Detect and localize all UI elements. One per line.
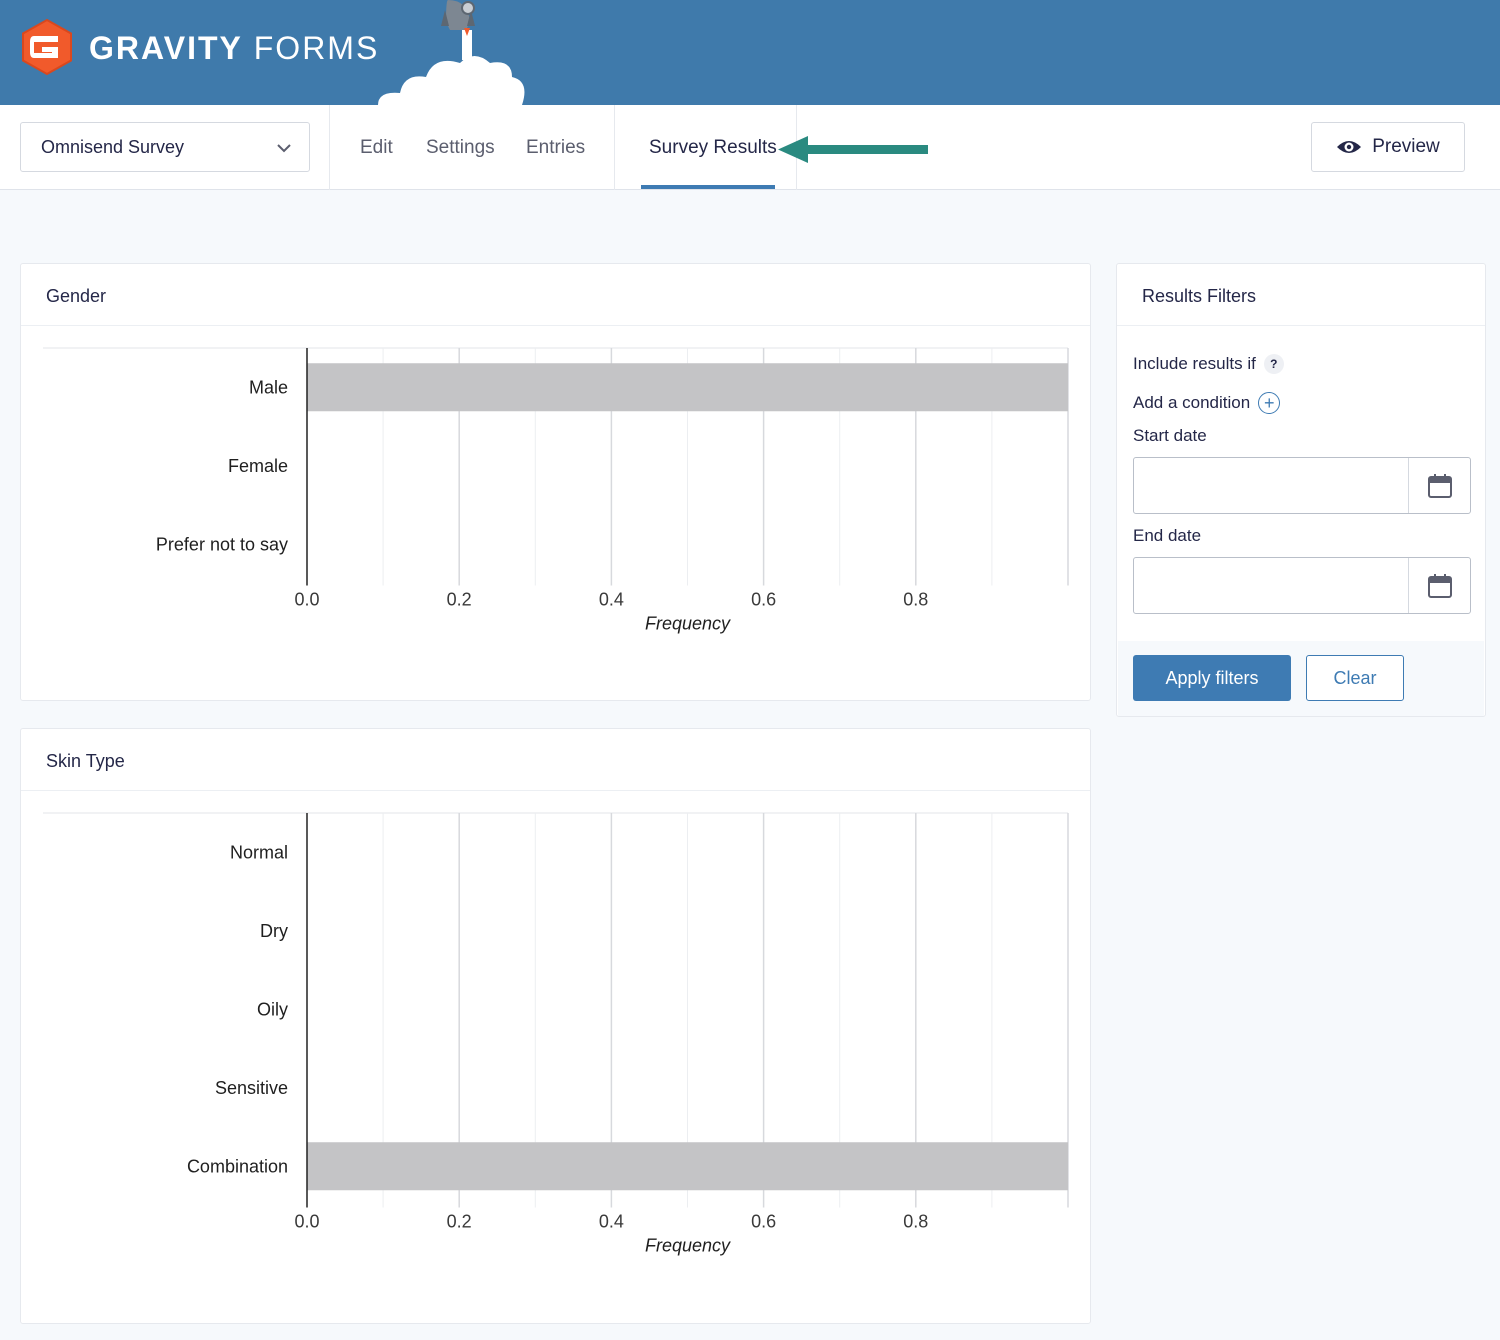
form-toolbar: Omnisend Survey Edit Settings Entries Su…: [0, 105, 1500, 190]
eye-icon: [1337, 141, 1362, 153]
x-tick-label: 0.6: [751, 590, 776, 610]
chart-card-title: Gender: [21, 264, 1090, 326]
form-switcher-select[interactable]: Omnisend Survey: [20, 122, 310, 172]
category-label: Normal: [230, 842, 288, 862]
top-banner: GRAVITY FORMS: [0, 0, 1500, 105]
gravity-forms-logo-icon[interactable]: [18, 18, 76, 76]
x-tick-label: 0.0: [294, 590, 319, 610]
add-condition-row[interactable]: Add a condition +: [1133, 392, 1281, 414]
category-label: Combination: [187, 1156, 288, 1176]
include-results-label: Include results if: [1133, 354, 1256, 373]
gender-bar-chart: Male Female Prefer not to say 0.0 0.2 0.4 0.6 0…: [43, 347, 1069, 634]
end-date-calendar-button[interactable]: [1408, 558, 1470, 613]
filters-title: Results Filters: [1117, 264, 1485, 326]
x-tick-label: 0.8: [903, 1212, 928, 1232]
start-date-label: Start date: [1133, 426, 1207, 445]
category-label: Male: [249, 377, 288, 397]
apply-filters-button[interactable]: Apply filters: [1133, 655, 1291, 701]
end-date-input[interactable]: [1134, 558, 1409, 613]
brand-name-bold: GRAVITY: [89, 30, 243, 66]
results-filters-panel: Results Filters Include results if ? Add…: [1116, 263, 1486, 717]
start-date-calendar-button[interactable]: [1408, 458, 1470, 513]
bar-combination: [307, 1142, 1068, 1191]
calendar-icon: [1427, 573, 1452, 598]
toolbar-divider: [614, 105, 615, 190]
category-label: Oily: [257, 999, 288, 1019]
gender-results-card: Gender Male Female Prefer not to say 0.0 0.2…: [20, 263, 1091, 701]
help-icon[interactable]: ?: [1263, 354, 1284, 374]
tab-entries[interactable]: Entries: [526, 137, 585, 159]
category-label: Prefer not to say: [156, 534, 288, 554]
arrow-left-icon: [778, 136, 928, 163]
chevron-down-icon: [277, 144, 291, 153]
active-tab-indicator: [641, 185, 775, 189]
preview-label: Preview: [1372, 136, 1440, 157]
bar-male: [307, 363, 1068, 412]
skin-type-results-card: Skin Type Normal Dry Oily Sensitive Combinat…: [20, 728, 1091, 1324]
plus-icon[interactable]: +: [1258, 392, 1281, 414]
form-switcher-value: Omnisend Survey: [41, 136, 185, 157]
category-label: Female: [228, 456, 288, 476]
x-tick-label: 0.2: [447, 590, 472, 610]
x-tick-label: 0.6: [751, 1212, 776, 1232]
end-date-field: [1133, 557, 1471, 614]
x-axis-label: Frequency: [645, 1236, 731, 1256]
start-date-field: [1133, 457, 1471, 514]
x-tick-label: 0.2: [447, 1212, 472, 1232]
skin-type-bar-chart: Normal Dry Oily Sensitive Combination 0.0 0.2 0…: [43, 812, 1069, 1256]
brand-name: GRAVITY FORMS: [89, 30, 379, 67]
category-label: Sensitive: [215, 1078, 288, 1098]
tab-edit[interactable]: Edit: [360, 137, 393, 159]
brand-name-light: FORMS: [253, 30, 380, 66]
include-results-row: Include results if ?: [1133, 354, 1284, 374]
add-condition-label[interactable]: Add a condition: [1133, 393, 1250, 413]
clear-filters-button[interactable]: Clear: [1306, 655, 1404, 701]
chart-card-title: Skin Type: [21, 729, 1090, 791]
end-date-label: End date: [1133, 526, 1202, 545]
x-tick-label: 0.0: [294, 1212, 319, 1232]
toolbar-divider: [329, 105, 330, 190]
x-tick-label: 0.8: [903, 590, 928, 610]
calendar-icon: [1427, 473, 1452, 498]
x-tick-label: 0.4: [599, 1212, 624, 1232]
start-date-input[interactable]: [1134, 458, 1409, 513]
tab-settings[interactable]: Settings: [426, 137, 495, 159]
x-axis-label: Frequency: [645, 614, 731, 634]
x-tick-label: 0.4: [599, 590, 624, 610]
rocket-icon: [378, 0, 525, 105]
category-label: Dry: [260, 921, 288, 941]
tab-survey-results[interactable]: Survey Results: [649, 137, 777, 159]
preview-button[interactable]: Preview: [1311, 122, 1465, 172]
